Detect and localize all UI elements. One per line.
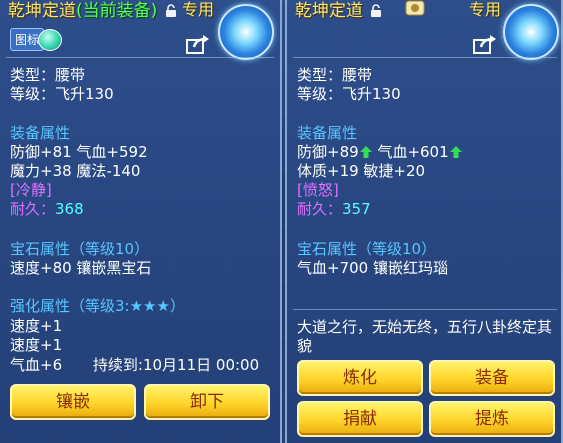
compare-item-panel: 乾坤定道 专用 类型：腰带 等级：飞升130 装备属性 防御+89 气血+601… [285,0,563,443]
belt-item-icon [503,4,559,60]
equipped-item-panel: 乾坤定道(当前装备) 专用 图标 类型：腰带 等级：飞升130 装备属性 防御+… [0,0,282,443]
icon-toggle[interactable]: 图标 [10,28,63,51]
belt-item-icon [218,4,274,60]
item-name: 乾坤定道 [8,1,76,21]
durability-line: 耐久：368 [10,200,84,218]
divider [6,57,274,58]
donate-button[interactable]: 捐献 [297,401,423,437]
special-effect: [冷静] [10,181,52,199]
enhance-line: 速度+1 [10,317,63,335]
durability-line: 耐久：357 [297,200,371,218]
gem-header: 宝石属性（等级10） [297,240,437,258]
inlay-button[interactable]: 镶嵌 [10,384,136,420]
exclusive-badge: 专用 [469,0,502,19]
item-title: 乾坤定道(当前装备) [8,0,177,21]
enhance-line: 速度+1 [10,336,63,354]
share-icon[interactable] [473,34,497,54]
gem-header: 宝石属性（等级10） [10,240,150,258]
item-title: 乾坤定道 [295,0,382,21]
current-equipped-tag: (当前装备) [76,1,158,21]
toggle-knob [38,28,63,51]
arrow-up-icon [359,146,372,158]
attr-line: 体质+19 敏捷+20 [297,162,426,180]
attr-header: 装备属性 [10,124,71,142]
special-effect: [愤怒] [297,181,339,199]
enhance-value: 气血+6 [10,356,63,374]
gem-line: 气血+700 镶嵌红玛瑙 [297,259,448,277]
level-line: 等级：飞升130 [10,85,114,103]
unequip-button[interactable]: 卸下 [144,384,270,420]
share-icon[interactable] [186,34,210,54]
attr-line: 魔力+38 魔法-140 [10,162,141,180]
item-name: 乾坤定道 [295,1,363,21]
hp-value: 气血+601 [377,143,449,161]
type-line: 类型：腰带 [297,66,373,84]
enhance-line: 气血+6 持续到:10月11日 00:00 [10,356,259,374]
durability-label: 耐久： [10,200,56,218]
defense-value: 防御+89 [297,143,359,161]
gem-line: 速度+80 镶嵌黑宝石 [10,259,152,277]
durability-label: 耐久： [297,200,343,218]
refine-button[interactable]: 炼化 [297,360,423,396]
unlock-icon[interactable] [370,4,382,17]
arrow-up-icon [449,146,462,158]
lock-icon[interactable] [165,4,177,17]
expiry-text: 持续到:10月11日 00:00 [92,356,260,374]
attr-header: 装备属性 [297,124,358,142]
durability-value: 357 [342,200,371,218]
item-description: 大道之行，无始无终，五行八卦终定其貌 [297,318,553,355]
extract-button[interactable]: 提炼 [429,401,555,437]
attr-line: 防御+81 气血+592 [10,143,148,161]
equip-button[interactable]: 装备 [429,360,555,396]
enhance-header: 强化属性（等级3:★★★） [10,297,185,315]
divider [293,57,557,58]
type-line: 类型：腰带 [10,66,86,84]
attr-line: 防御+89 气血+601 [297,143,463,161]
exclusive-badge: 专用 [182,0,215,19]
rating-badge-icon [405,0,425,16]
level-line: 等级：飞升130 [297,85,401,103]
divider [293,309,557,310]
durability-value: 368 [55,200,84,218]
